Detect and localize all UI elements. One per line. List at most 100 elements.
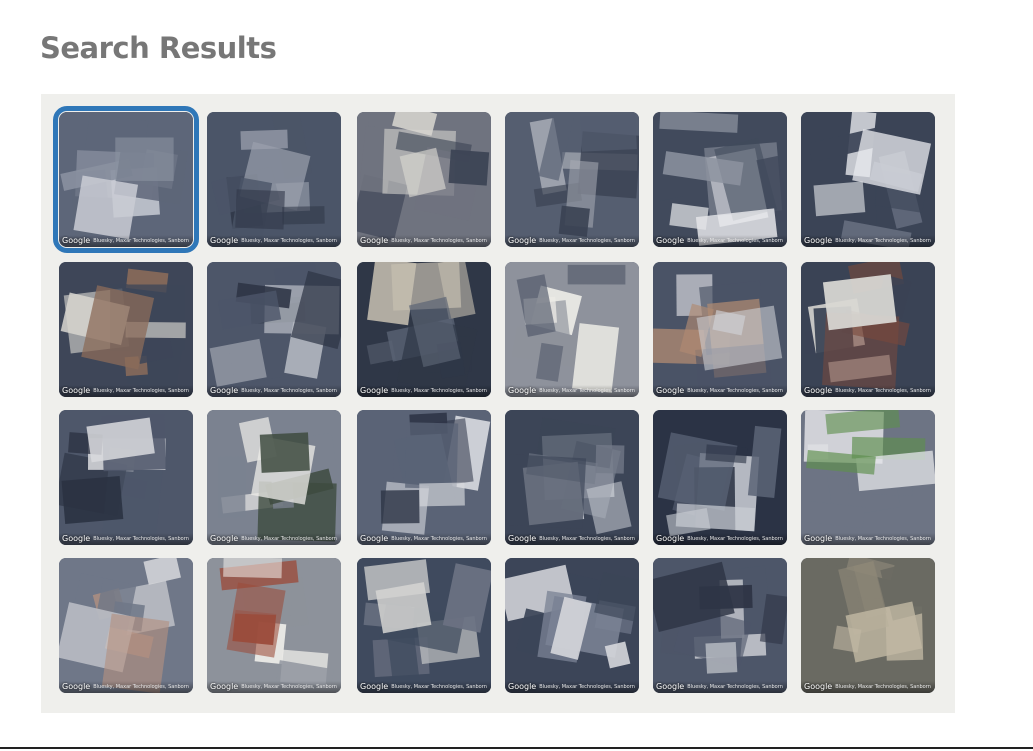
imagery-credits: Bluesky, Maxar Technologies, Sanborn bbox=[687, 388, 783, 394]
image-attribution: Google Bluesky, Maxar Technologies, Sanbo… bbox=[801, 681, 935, 693]
image-attribution: Google Bluesky, Maxar Technologies, Sanbo… bbox=[801, 235, 935, 247]
imagery-credits: Bluesky, Maxar Technologies, Sanborn bbox=[835, 684, 931, 690]
result-image-tile[interactable]: Google Bluesky, Maxar Technologies, Sanbo… bbox=[207, 262, 341, 397]
result-image-tile[interactable]: Google Bluesky, Maxar Technologies, Sanbo… bbox=[505, 262, 639, 397]
google-logo: Google bbox=[508, 236, 537, 245]
image-attribution: Google Bluesky, Maxar Technologies, Sanbo… bbox=[505, 533, 639, 545]
imagery-credits: Bluesky, Maxar Technologies, Sanborn bbox=[241, 536, 337, 542]
result-image-tile[interactable]: Google Bluesky, Maxar Technologies, Sanbo… bbox=[801, 410, 935, 545]
aerial-image bbox=[59, 112, 193, 247]
aerial-image bbox=[801, 112, 935, 247]
result-image-tile[interactable]: Google Bluesky, Maxar Technologies, Sanbo… bbox=[801, 112, 935, 247]
imagery-credits: Bluesky, Maxar Technologies, Sanborn bbox=[241, 684, 337, 690]
image-attribution: Google Bluesky, Maxar Technologies, Sanbo… bbox=[207, 681, 341, 693]
aerial-image bbox=[59, 262, 193, 397]
image-attribution: Google Bluesky, Maxar Technologies, Sanbo… bbox=[59, 235, 193, 247]
aerial-image bbox=[357, 112, 491, 247]
image-attribution: Google Bluesky, Maxar Technologies, Sanbo… bbox=[505, 235, 639, 247]
image-attribution: Google Bluesky, Maxar Technologies, Sanbo… bbox=[653, 385, 787, 397]
result-image-tile[interactable]: Google Bluesky, Maxar Technologies, Sanbo… bbox=[59, 558, 193, 693]
result-image-tile[interactable]: Google Bluesky, Maxar Technologies, Sanbo… bbox=[59, 410, 193, 545]
result-image-tile[interactable]: Google Bluesky, Maxar Technologies, Sanbo… bbox=[207, 410, 341, 545]
result-image-tile[interactable]: Google Bluesky, Maxar Technologies, Sanbo… bbox=[357, 262, 491, 397]
aerial-image bbox=[207, 558, 341, 693]
imagery-credits: Bluesky, Maxar Technologies, Sanborn bbox=[391, 684, 487, 690]
google-logo: Google bbox=[656, 236, 685, 245]
aerial-image bbox=[653, 410, 787, 545]
imagery-credits: Bluesky, Maxar Technologies, Sanborn bbox=[539, 684, 635, 690]
aerial-image bbox=[505, 558, 639, 693]
aerial-image bbox=[505, 112, 639, 247]
result-image-tile[interactable]: Google Bluesky, Maxar Technologies, Sanbo… bbox=[59, 262, 193, 397]
aerial-image bbox=[505, 410, 639, 545]
imagery-credits: Bluesky, Maxar Technologies, Sanborn bbox=[93, 684, 189, 690]
result-image-tile[interactable]: Google Bluesky, Maxar Technologies, Sanbo… bbox=[653, 262, 787, 397]
image-attribution: Google Bluesky, Maxar Technologies, Sanbo… bbox=[59, 385, 193, 397]
google-logo: Google bbox=[62, 534, 91, 543]
result-image-tile[interactable]: Google Bluesky, Maxar Technologies, Sanbo… bbox=[653, 112, 787, 247]
imagery-credits: Bluesky, Maxar Technologies, Sanborn bbox=[835, 536, 931, 542]
google-logo: Google bbox=[210, 236, 239, 245]
imagery-credits: Bluesky, Maxar Technologies, Sanborn bbox=[687, 684, 783, 690]
image-attribution: Google Bluesky, Maxar Technologies, Sanbo… bbox=[653, 235, 787, 247]
result-image-tile[interactable]: Google Bluesky, Maxar Technologies, Sanbo… bbox=[653, 558, 787, 693]
result-image-tile[interactable]: Google Bluesky, Maxar Technologies, Sanbo… bbox=[505, 558, 639, 693]
image-attribution: Google Bluesky, Maxar Technologies, Sanbo… bbox=[653, 681, 787, 693]
aerial-image bbox=[653, 112, 787, 247]
google-logo: Google bbox=[804, 386, 833, 395]
imagery-credits: Bluesky, Maxar Technologies, Sanborn bbox=[391, 388, 487, 394]
google-logo: Google bbox=[62, 236, 91, 245]
result-image-tile[interactable]: Google Bluesky, Maxar Technologies, Sanbo… bbox=[357, 112, 491, 247]
image-attribution: Google Bluesky, Maxar Technologies, Sanbo… bbox=[505, 681, 639, 693]
imagery-credits: Bluesky, Maxar Technologies, Sanborn bbox=[241, 388, 337, 394]
google-logo: Google bbox=[508, 386, 537, 395]
google-logo: Google bbox=[210, 386, 239, 395]
result-image-tile[interactable]: Google Bluesky, Maxar Technologies, Sanbo… bbox=[653, 410, 787, 545]
image-attribution: Google Bluesky, Maxar Technologies, Sanbo… bbox=[801, 533, 935, 545]
google-logo: Google bbox=[360, 682, 389, 691]
google-logo: Google bbox=[360, 386, 389, 395]
image-attribution: Google Bluesky, Maxar Technologies, Sanbo… bbox=[505, 385, 639, 397]
aerial-image bbox=[357, 410, 491, 545]
image-attribution: Google Bluesky, Maxar Technologies, Sanbo… bbox=[357, 681, 491, 693]
result-image-tile[interactable]: Google Bluesky, Maxar Technologies, Sanbo… bbox=[207, 558, 341, 693]
aerial-image bbox=[505, 262, 639, 397]
result-image-tile[interactable]: Google Bluesky, Maxar Technologies, Sanbo… bbox=[505, 410, 639, 545]
image-attribution: Google Bluesky, Maxar Technologies, Sanbo… bbox=[357, 385, 491, 397]
aerial-image bbox=[801, 558, 935, 693]
aerial-image bbox=[207, 410, 341, 545]
imagery-credits: Bluesky, Maxar Technologies, Sanborn bbox=[687, 536, 783, 542]
google-logo: Google bbox=[656, 534, 685, 543]
imagery-credits: Bluesky, Maxar Technologies, Sanborn bbox=[835, 238, 931, 244]
google-logo: Google bbox=[210, 682, 239, 691]
results-grid: Google Bluesky, Maxar Technologies, Sanbo… bbox=[41, 94, 955, 713]
google-logo: Google bbox=[62, 682, 91, 691]
imagery-credits: Bluesky, Maxar Technologies, Sanborn bbox=[93, 238, 189, 244]
aerial-image bbox=[801, 262, 935, 397]
image-attribution: Google Bluesky, Maxar Technologies, Sanbo… bbox=[357, 235, 491, 247]
imagery-credits: Bluesky, Maxar Technologies, Sanborn bbox=[539, 388, 635, 394]
result-image-tile[interactable]: Google Bluesky, Maxar Technologies, Sanbo… bbox=[801, 558, 935, 693]
result-image-tile[interactable]: Google Bluesky, Maxar Technologies, Sanbo… bbox=[53, 106, 199, 253]
bottom-divider bbox=[0, 747, 1033, 749]
image-attribution: Google Bluesky, Maxar Technologies, Sanbo… bbox=[801, 385, 935, 397]
google-logo: Google bbox=[804, 682, 833, 691]
image-attribution: Google Bluesky, Maxar Technologies, Sanbo… bbox=[207, 385, 341, 397]
result-image-tile[interactable]: Google Bluesky, Maxar Technologies, Sanbo… bbox=[505, 112, 639, 247]
result-image-tile[interactable]: Google Bluesky, Maxar Technologies, Sanbo… bbox=[801, 262, 935, 397]
imagery-credits: Bluesky, Maxar Technologies, Sanborn bbox=[539, 238, 635, 244]
image-attribution: Google Bluesky, Maxar Technologies, Sanbo… bbox=[59, 681, 193, 693]
imagery-credits: Bluesky, Maxar Technologies, Sanborn bbox=[241, 238, 337, 244]
image-attribution: Google Bluesky, Maxar Technologies, Sanbo… bbox=[653, 533, 787, 545]
aerial-image bbox=[207, 262, 341, 397]
result-image-tile[interactable]: Google Bluesky, Maxar Technologies, Sanbo… bbox=[207, 112, 341, 247]
google-logo: Google bbox=[804, 534, 833, 543]
google-logo: Google bbox=[360, 236, 389, 245]
google-logo: Google bbox=[508, 534, 537, 543]
result-image-tile[interactable]: Google Bluesky, Maxar Technologies, Sanbo… bbox=[357, 410, 491, 545]
imagery-credits: Bluesky, Maxar Technologies, Sanborn bbox=[93, 388, 189, 394]
imagery-credits: Bluesky, Maxar Technologies, Sanborn bbox=[391, 536, 487, 542]
google-logo: Google bbox=[508, 682, 537, 691]
result-image-tile[interactable]: Google Bluesky, Maxar Technologies, Sanbo… bbox=[357, 558, 491, 693]
page-title: Search Results bbox=[40, 31, 277, 65]
